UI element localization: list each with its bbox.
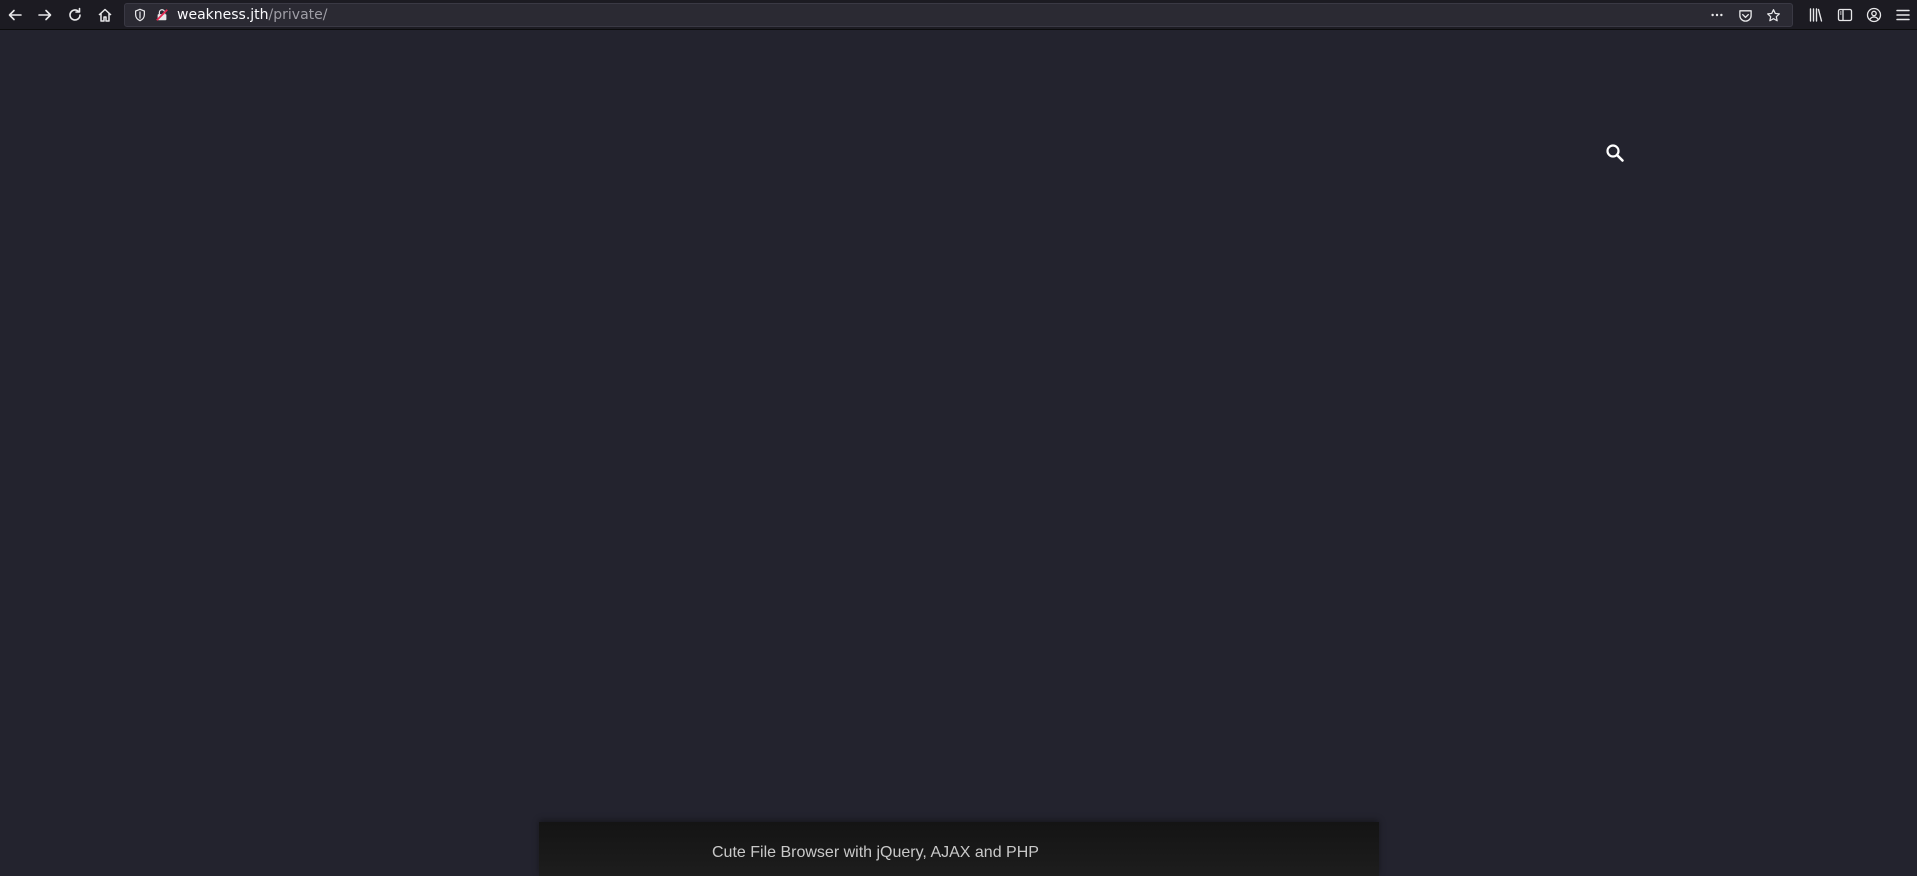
address-bar[interactable]: weakness.jth/private/ (124, 3, 1793, 27)
sidebar-icon[interactable] (1830, 0, 1859, 30)
file-browser-page (0, 31, 1917, 876)
more-horizontal-icon[interactable] (1706, 4, 1728, 26)
search-button[interactable] (1603, 141, 1627, 165)
toolbar-right (1801, 0, 1917, 30)
library-icon[interactable] (1801, 0, 1830, 30)
search-icon (1606, 144, 1624, 162)
shield-icon[interactable] (129, 4, 151, 26)
back-button[interactable] (0, 0, 30, 30)
reload-icon (69, 7, 81, 21)
arrow-left-icon (8, 9, 22, 20)
forward-button[interactable] (30, 0, 60, 30)
footer: Cute File Browser with jQuery, AJAX and … (539, 822, 1379, 876)
star-icon[interactable] (1762, 4, 1784, 26)
account-icon[interactable] (1859, 0, 1888, 30)
reload-button[interactable] (60, 0, 90, 30)
url-path: /private/ (268, 7, 328, 23)
url-actions (1706, 4, 1784, 26)
arrow-right-icon (38, 9, 52, 20)
home-icon (98, 8, 112, 22)
url-text[interactable]: weakness.jth/private/ (177, 7, 327, 23)
url-host: weakness.jth (177, 7, 269, 23)
home-button[interactable] (90, 0, 120, 30)
browser-toolbar: weakness.jth/private/ (0, 0, 1917, 30)
insecure-lock-icon[interactable] (151, 4, 173, 26)
hamburger-menu-icon[interactable] (1888, 0, 1917, 30)
footer-link[interactable]: Cute File Browser with jQuery, AJAX and … (712, 844, 1039, 862)
pocket-icon[interactable] (1734, 4, 1756, 26)
